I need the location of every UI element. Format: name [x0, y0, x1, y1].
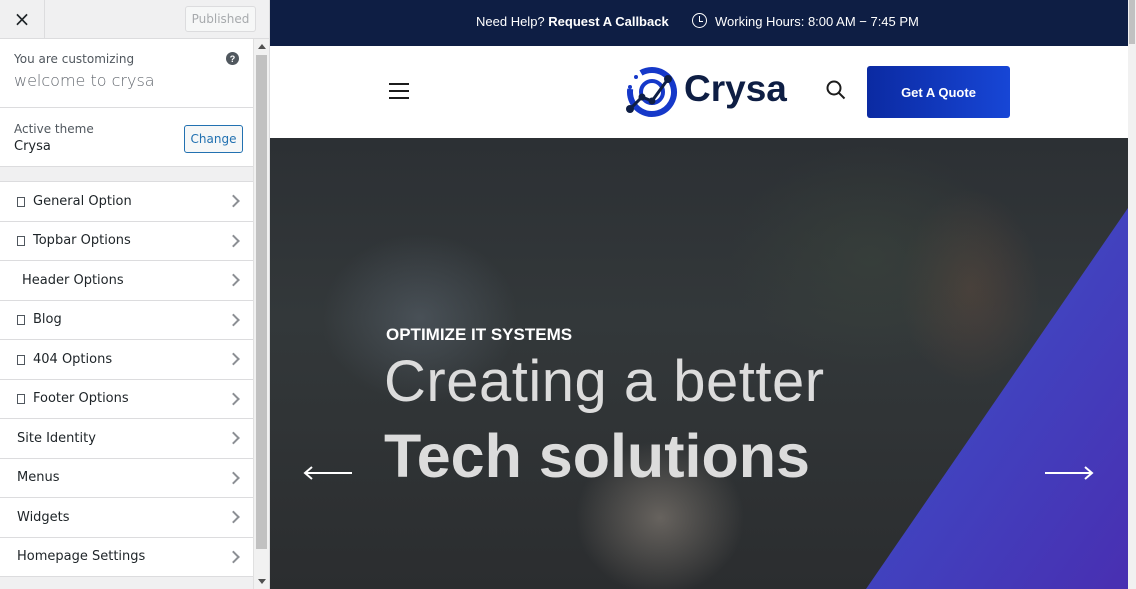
- customizer-menu-item[interactable]: Menus: [0, 458, 253, 498]
- preview-scrollbar-thumb[interactable]: [1129, 0, 1135, 44]
- menu-item-label: 404 Options: [33, 351, 113, 367]
- scroll-down-icon[interactable]: [258, 579, 266, 584]
- chevron-right-icon: [227, 392, 240, 406]
- hamburger-menu-icon[interactable]: [389, 83, 409, 99]
- sidebar-scrollbar[interactable]: [253, 39, 269, 589]
- customizer-menu-item[interactable]: Blog: [0, 300, 253, 340]
- menu-item-label: Footer Options: [33, 391, 129, 407]
- menu-item-label: Blog: [33, 312, 62, 328]
- topbar: Need Help? Request A Callback Working Ho…: [270, 0, 1128, 46]
- customizer-menu-item[interactable]: General Option: [0, 182, 253, 222]
- scrollbar-thumb[interactable]: [256, 55, 267, 549]
- chevron-right-icon: [227, 510, 240, 524]
- logo-icon[interactable]: [624, 65, 680, 119]
- site-preview: Need Help? Request A Callback Working Ho…: [270, 0, 1128, 589]
- section-icon: [17, 236, 25, 247]
- customizing-info: You are customizing welcome to crysa ?: [0, 39, 253, 108]
- menu-item-label: Header Options: [22, 272, 124, 288]
- customizer-sidebar: × Published You are customizing welcome …: [0, 0, 270, 589]
- customizer-panel: You are customizing welcome to crysa ? A…: [0, 39, 253, 589]
- hero-slider: OPTIMIZE IT SYSTEMS Creating a better Te…: [270, 138, 1128, 589]
- scroll-up-icon[interactable]: [258, 44, 266, 49]
- published-button[interactable]: Published: [185, 6, 256, 32]
- change-theme-button[interactable]: Change: [184, 125, 243, 153]
- help-icon[interactable]: ?: [226, 52, 239, 65]
- site-title: welcome to crysa: [14, 71, 155, 90]
- hero-eyebrow: OPTIMIZE IT SYSTEMS: [386, 325, 573, 344]
- section-icon: [17, 394, 25, 405]
- preview-scrollbar[interactable]: [1128, 0, 1136, 589]
- chevron-right-icon: [227, 471, 240, 485]
- menu-item-label: Site Identity: [17, 430, 96, 446]
- section-icon: [17, 196, 25, 207]
- chevron-right-icon: [227, 431, 240, 445]
- slider-prev-arrow-icon[interactable]: [303, 466, 353, 480]
- customizer-menu-item[interactable]: Homepage Settings: [0, 537, 253, 577]
- search-icon[interactable]: [826, 80, 846, 100]
- chevron-right-icon: [227, 194, 240, 208]
- help-prefix: Need Help?: [476, 14, 545, 29]
- customizer-header: × Published: [0, 0, 269, 39]
- logo-text[interactable]: Crysa: [684, 68, 787, 110]
- menu-item-label: Menus: [17, 470, 60, 486]
- chevron-right-icon: [227, 234, 240, 248]
- section-icon: [17, 315, 25, 326]
- menu-item-label: Widgets: [17, 509, 70, 525]
- customizer-menu-item[interactable]: Site Identity: [0, 419, 253, 459]
- chevron-right-icon: [227, 273, 240, 287]
- customizer-menu: General Option Topbar Options Header Optio…: [0, 181, 253, 577]
- customizer-menu-item[interactable]: Topbar Options: [0, 221, 253, 261]
- customizing-label: You are customizing: [14, 52, 135, 66]
- chevron-right-icon: [227, 550, 240, 564]
- clock-icon: [692, 13, 707, 28]
- customizer-menu-item[interactable]: Footer Options: [0, 379, 253, 419]
- hero-heading-line2: Tech solutions: [384, 422, 810, 490]
- chevron-right-icon: [227, 352, 240, 366]
- get-quote-button[interactable]: Get A Quote: [867, 66, 1010, 118]
- customizer-menu-item[interactable]: Widgets: [0, 498, 253, 538]
- site-header: Crysa Get A Quote: [270, 46, 1128, 138]
- menu-item-label: Homepage Settings: [17, 549, 146, 565]
- menu-item-label: Topbar Options: [33, 233, 131, 249]
- working-hours: Working Hours: 8:00 AM − 7:45 PM: [715, 14, 919, 29]
- slider-next-arrow-icon[interactable]: [1044, 466, 1094, 480]
- request-callback-link[interactable]: Request A Callback: [548, 14, 668, 29]
- customizer-menu-item[interactable]: Header Options: [0, 261, 253, 301]
- help-text: Need Help? Request A Callback: [476, 14, 669, 29]
- section-icon: [17, 354, 25, 365]
- close-customizer-button[interactable]: ×: [0, 0, 45, 38]
- chevron-right-icon: [227, 313, 240, 327]
- active-theme-section: Active theme Crysa Change: [0, 108, 253, 167]
- customizer-menu-item[interactable]: 404 Options: [0, 340, 253, 380]
- hero-heading-line1: Creating a better: [384, 349, 825, 414]
- menu-item-label: General Option: [33, 193, 132, 209]
